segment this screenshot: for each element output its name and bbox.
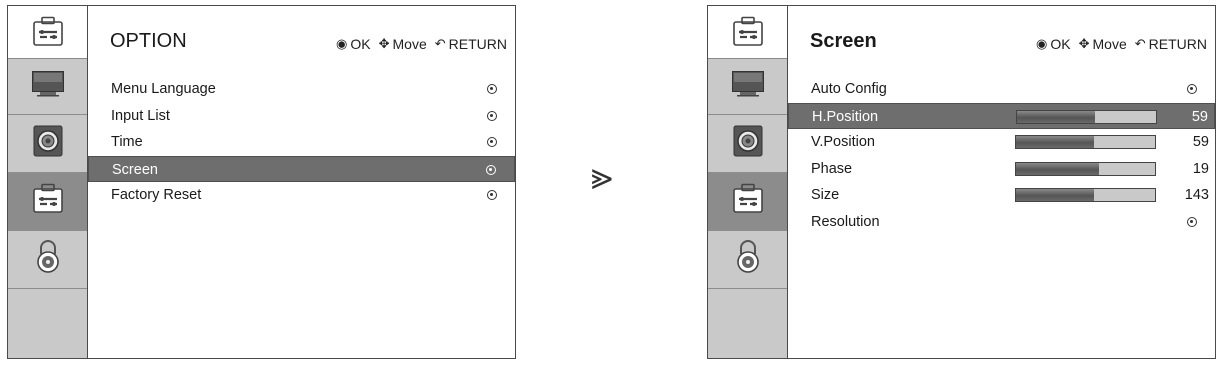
menu-item-phase[interactable]: Phase 19 (788, 156, 1215, 183)
category-picture[interactable] (8, 59, 87, 115)
key-hints: ◉ OK ✥ Move ↶ RETURN (336, 36, 507, 52)
move-hint: ✥ Move (1078, 36, 1127, 52)
return-hint: ↶ RETURN (434, 36, 507, 52)
category-audio[interactable] (8, 115, 87, 173)
sidebar-header (8, 6, 87, 59)
option-menu-list: Menu Language Input List Time Screen Fac… (88, 76, 515, 209)
phase-value: 19 (1192, 160, 1209, 177)
move-hint: ✥ Move (378, 36, 427, 52)
ok-icon: ◉ (1036, 36, 1048, 51)
speaker-icon (33, 125, 63, 162)
phase-slider[interactable] (1015, 161, 1156, 176)
category-sidebar (8, 6, 88, 358)
screen-menu-list: Auto Config H.Position 59 V.Position 59 Ph… (788, 76, 1215, 235)
option-menu-panel: OPTION ◉ OK ✥ Move ↶ RETURN Menu Language I… (7, 5, 516, 359)
ok-radio-icon (487, 190, 497, 200)
return-icon: ↶ (1134, 36, 1146, 51)
menu-item-input-list[interactable]: Input List (88, 103, 515, 130)
menu-item-screen[interactable]: Screen (88, 155, 515, 182)
size-value: 143 (1184, 187, 1209, 203)
ok-hint: ◉ OK (1036, 36, 1071, 52)
category-picture[interactable] (708, 59, 787, 115)
menu-item-time[interactable]: Time (88, 129, 515, 156)
menu-header: OPTION ◉ OK ✥ Move ↶ RETURN (88, 6, 515, 59)
ok-radio-icon (487, 137, 497, 147)
tools-icon (731, 16, 765, 53)
menu-item-size[interactable]: Size 143 (788, 182, 1215, 209)
v-position-slider[interactable] (1015, 135, 1156, 149)
monitor-icon (731, 70, 765, 103)
menu-item-resolution[interactable]: Resolution (788, 209, 1215, 236)
tools-icon (731, 183, 765, 220)
page-title: OPTION (110, 30, 187, 52)
return-icon: ↶ (434, 36, 446, 51)
ok-radio-icon (487, 110, 497, 121)
menu-item-h-position[interactable]: H.Position 59 (788, 102, 1215, 129)
menu-item-menu-language[interactable]: Menu Language (88, 76, 515, 103)
return-hint: ↶ RETURN (1134, 36, 1207, 52)
ok-radio-icon (487, 84, 497, 94)
category-lock[interactable] (8, 231, 87, 289)
tools-icon (31, 183, 65, 220)
ok-icon: ◉ (336, 36, 348, 51)
move-icon: ✥ (378, 36, 390, 51)
speaker-icon (733, 125, 763, 162)
menu-item-auto-config[interactable]: Auto Config (788, 76, 1215, 103)
v-position-value: 59 (1192, 134, 1209, 150)
sidebar-categories (708, 59, 787, 358)
sidebar-header (708, 6, 787, 59)
move-icon: ✥ (1078, 36, 1090, 51)
category-option[interactable] (708, 173, 787, 231)
h-position-slider[interactable] (1016, 109, 1157, 124)
category-sidebar (708, 6, 788, 358)
category-lock[interactable] (708, 231, 787, 289)
transition-arrow: ⪢ (591, 154, 613, 198)
page-title: Screen (810, 30, 877, 52)
menu-header: Screen ◉ OK ✥ Move ↶ RETURN (788, 6, 1215, 59)
ok-radio-icon (1187, 84, 1197, 94)
menu-item-v-position[interactable]: V.Position 59 (788, 129, 1215, 156)
key-hints: ◉ OK ✥ Move ↶ RETURN (1036, 36, 1207, 52)
ok-hint: ◉ OK (336, 36, 371, 52)
ok-radio-icon (486, 164, 496, 175)
menu-item-factory-reset[interactable]: Factory Reset (88, 182, 515, 209)
lock-icon (735, 240, 761, 279)
sidebar-categories (8, 59, 87, 358)
ok-radio-icon (1187, 216, 1197, 227)
monitor-icon (31, 70, 65, 103)
h-position-value: 59 (1191, 108, 1208, 125)
lock-icon (35, 240, 61, 279)
size-slider[interactable] (1015, 188, 1156, 202)
screen-menu-panel: Screen ◉ OK ✥ Move ↶ RETURN Auto Config H.P… (707, 5, 1216, 359)
category-audio[interactable] (708, 115, 787, 173)
tools-icon (31, 16, 65, 53)
category-option[interactable] (8, 173, 87, 231)
